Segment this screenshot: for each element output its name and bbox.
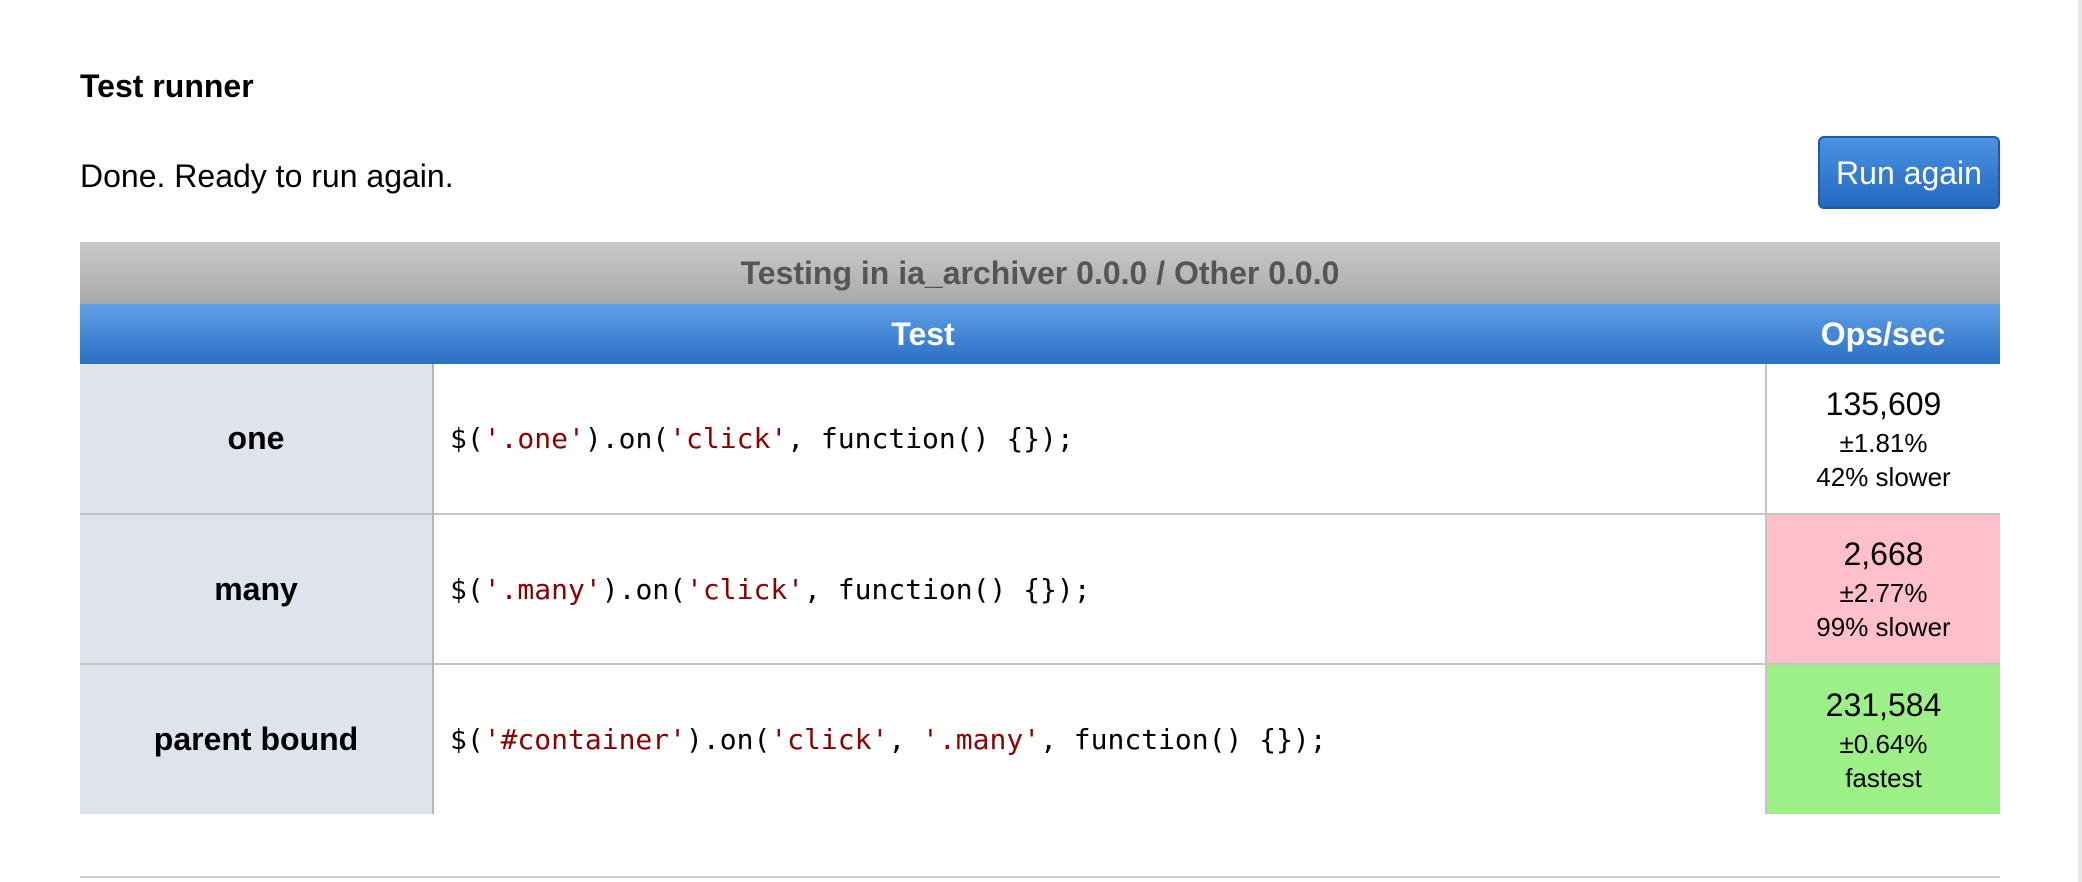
test-code: $('.many').on('click', function() {}); — [433, 513, 1767, 664]
page-right-border — [2078, 0, 2082, 882]
code-string: '.many' — [922, 723, 1041, 756]
code-fragment: $( — [450, 422, 484, 455]
ops-result: 2,668 ±2.77% 99% slower — [1766, 513, 2000, 664]
table-row: many $('.many').on('click', function() {… — [80, 513, 2000, 664]
code-fragment: $( — [450, 723, 484, 756]
code-string: '.one' — [483, 422, 585, 455]
status-text: Done. Ready to run again. — [80, 158, 454, 194]
test-name: one — [80, 364, 434, 514]
page-title: Test runner — [80, 68, 254, 104]
ops-value: 2,668 — [1843, 536, 1924, 572]
code-fragment: ).on( — [584, 422, 670, 455]
ops-comparison: 42% slower — [1816, 461, 1951, 492]
column-header-test: Test — [80, 304, 1766, 364]
test-code: $('.one').on('click', function() {}); — [433, 364, 1767, 514]
table-header-row: Test Ops/sec — [80, 304, 2000, 364]
ops-result: 135,609 ±1.81% 42% slower — [1766, 364, 2000, 514]
code-string: 'click' — [770, 723, 889, 756]
code-string: 'click' — [686, 572, 805, 606]
code-fragment: ).on( — [601, 572, 687, 606]
ops-margin: ±0.64% — [1839, 728, 1928, 759]
code-fragment: , function() {}); — [1040, 723, 1327, 756]
ops-margin: ±1.81% — [1839, 427, 1928, 458]
column-header-ops: Ops/sec — [1766, 304, 2000, 364]
table-caption: Testing in ia_archiver 0.0.0 / Other 0.0… — [80, 242, 2000, 304]
ops-value: 135,609 — [1825, 385, 1942, 422]
code-string: '#container' — [483, 723, 687, 756]
code-fragment: , function() {}); — [787, 422, 1074, 455]
code-fragment: $( — [450, 572, 484, 606]
code-fragment: , — [888, 723, 923, 756]
ops-value: 231,584 — [1825, 686, 1942, 723]
ops-comparison: 99% slower — [1816, 612, 1951, 642]
table-row: parent bound $('#container').on('click',… — [80, 663, 2000, 814]
test-name: many — [80, 513, 434, 664]
code-fragment: , function() {}); — [804, 572, 1091, 606]
code-string: '.many' — [483, 572, 602, 606]
code-fragment: ).on( — [686, 723, 771, 756]
table-row: one $('.one').on('click', function() {})… — [80, 364, 2000, 514]
table-caption-row: Testing in ia_archiver 0.0.0 / Other 0.0… — [80, 242, 2000, 304]
test-code: $('#container').on('click', '.many', fun… — [433, 663, 1767, 814]
ops-result: 231,584 ±0.64% fastest — [1766, 663, 2000, 814]
ops-margin: ±2.77% — [1839, 578, 1928, 608]
bottom-divider — [80, 876, 2000, 878]
ops-comparison: fastest — [1845, 762, 1922, 793]
test-name: parent bound — [80, 663, 434, 814]
run-again-button[interactable]: Run again — [1818, 136, 2000, 209]
code-string: 'click' — [669, 422, 788, 455]
results-table: Testing in ia_archiver 0.0.0 / Other 0.0… — [80, 242, 2000, 814]
